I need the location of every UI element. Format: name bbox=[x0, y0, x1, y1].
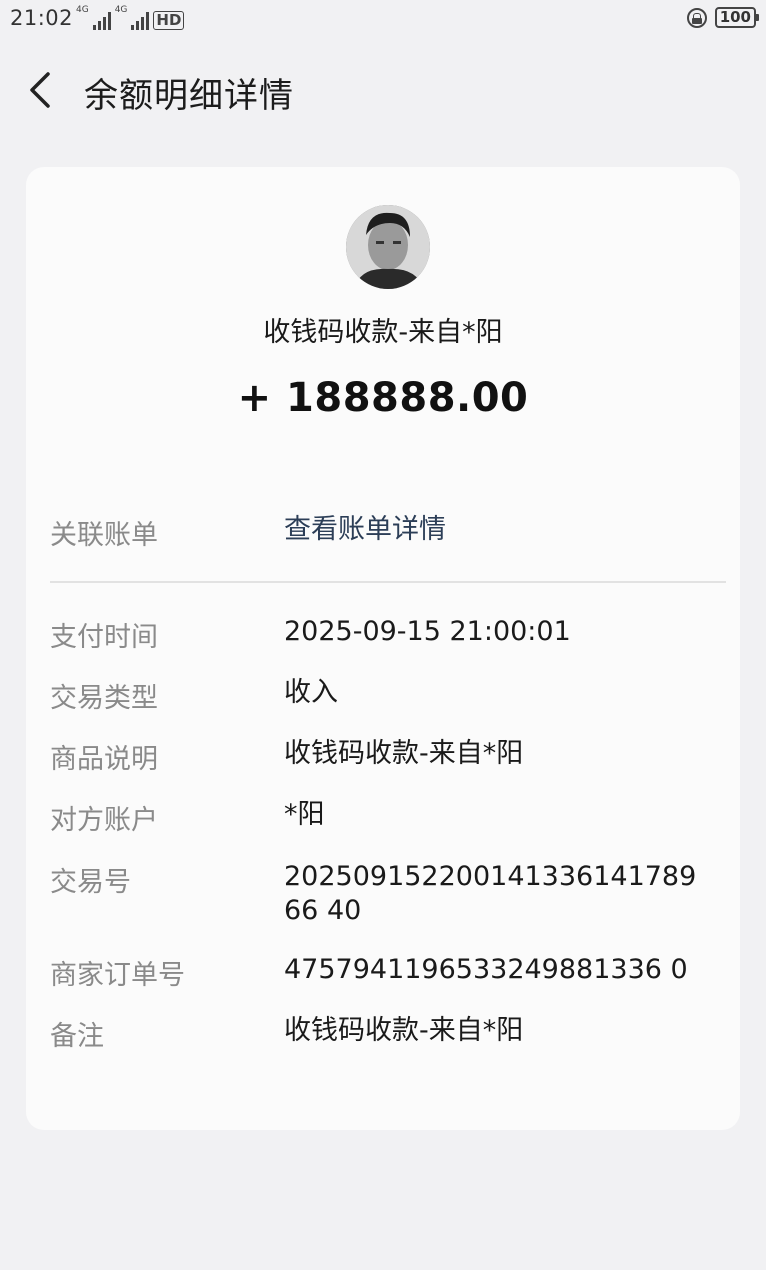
hd-voice-icon: HD bbox=[153, 11, 185, 30]
status-right: 100 bbox=[686, 7, 760, 28]
nav-bar: 余额明细详情 bbox=[0, 60, 766, 120]
divider bbox=[50, 581, 726, 583]
detail-label-counterparty: 对方账户 bbox=[50, 805, 158, 836]
back-arrow-icon[interactable] bbox=[24, 70, 60, 110]
detail-value-transaction-no: 20250915220014133614178966 40 bbox=[284, 861, 697, 926]
detail-label-remark: 备注 bbox=[50, 1021, 104, 1052]
network-type-1: 4G bbox=[76, 5, 89, 15]
signal-icon-2 bbox=[131, 12, 150, 30]
payer-title: 收钱码收款-来自*阳 bbox=[263, 317, 503, 348]
detail-label-transaction-no: 交易号 bbox=[50, 867, 131, 898]
signal-icon bbox=[92, 12, 111, 30]
detail-value-merchant-order-no: 4757941196533249881336 0 bbox=[284, 954, 688, 985]
network-type-2: 4G bbox=[114, 5, 128, 15]
detail-label-pay-time: 支付时间 bbox=[50, 622, 158, 653]
rotation-lock-icon bbox=[686, 7, 707, 28]
status-bar: 21:02 4G 4G HD 100 bbox=[0, 0, 766, 38]
detail-label-type: 交易类型 bbox=[50, 683, 158, 714]
view-bill-details-link[interactable]: 查看账单详情 bbox=[284, 513, 724, 547]
transaction-card: 收钱码收款-来自*阳 + 188888.00 关联账单 查看账单详情 支付时间 … bbox=[26, 167, 740, 1130]
detail-label-description: 商品说明 bbox=[50, 744, 158, 775]
page-title: 余额明细详情 bbox=[84, 76, 294, 116]
detail-value-pay-time: 2025-09-15 21:00:01 bbox=[284, 616, 571, 647]
detail-value-counterparty: *阳 bbox=[284, 799, 325, 830]
transaction-amount: + 188888.00 bbox=[237, 375, 529, 421]
detail-value-remark: 收钱码收款-来自*阳 bbox=[284, 1015, 524, 1046]
status-time: 21:02 bbox=[10, 6, 74, 30]
detail-label-merchant-order-no: 商家订单号 bbox=[50, 960, 185, 991]
detail-value-description: 收钱码收款-来自*阳 bbox=[284, 738, 524, 769]
battery-icon: 100 bbox=[714, 7, 760, 28]
detail-value-type: 收入 bbox=[284, 677, 338, 708]
network-indicators: 4G 4G HD bbox=[76, 5, 185, 30]
related-bill-label: 关联账单 bbox=[50, 520, 158, 551]
payer-avatar bbox=[346, 205, 430, 289]
